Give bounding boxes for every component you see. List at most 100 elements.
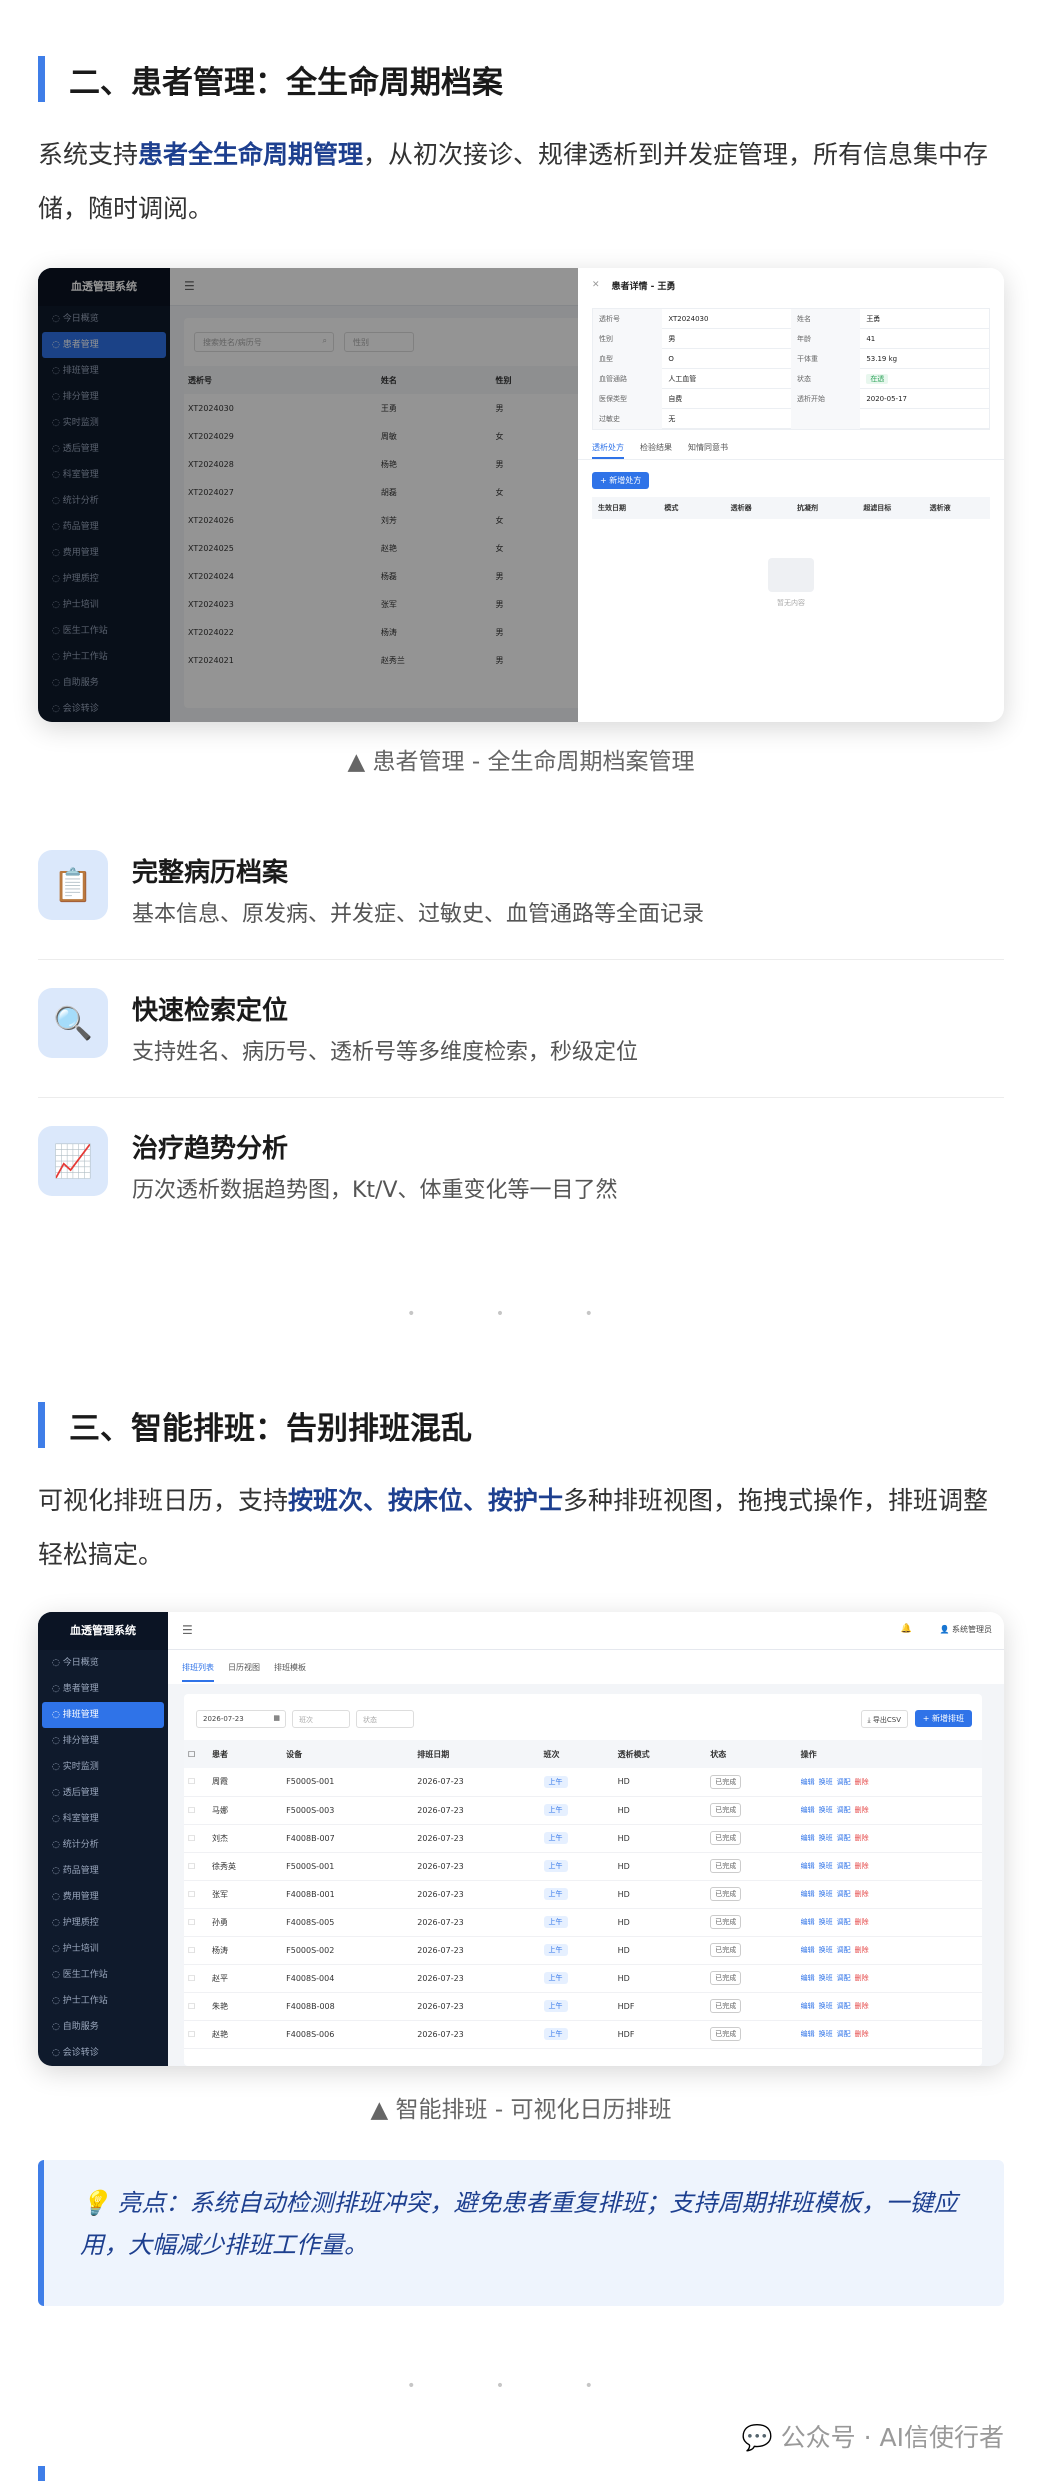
drawer-tab[interactable]: 透析处方 [592, 442, 624, 459]
swap-link[interactable]: 换班 [819, 1918, 833, 1926]
sidebar-item[interactable]: ◌ 医生工作站 [42, 1962, 164, 1988]
edit-link[interactable]: 编辑 [801, 2002, 815, 2010]
modal-overlay[interactable] [38, 268, 578, 722]
sidebar-item[interactable]: ◌ 科室管理 [42, 1806, 164, 1832]
sidebar-item[interactable]: ◌ 统计分析 [42, 1832, 164, 1858]
table-cell: F5000S-001 [286, 1777, 335, 1787]
table-row[interactable]: ☐ 赵艳 F4008S-006 2026-07-23 上午 HDF 已完成 编辑 换班 调配 删除 [184, 2020, 982, 2048]
edit-link[interactable]: 编辑 [801, 1834, 815, 1842]
assign-link[interactable]: 调配 [837, 1890, 851, 1898]
edit-link[interactable]: 编辑 [801, 1806, 815, 1814]
schedule-tab[interactable]: 排班模板 [274, 1662, 306, 1684]
sidebar-item[interactable]: ◌ 自助服务 [42, 2014, 164, 2040]
sidebar-item[interactable]: ◌ 药品管理 [42, 1858, 164, 1884]
delete-link[interactable]: 删除 [855, 1974, 869, 1982]
edit-link[interactable]: 编辑 [801, 1946, 815, 1954]
table-row[interactable]: ☐ 徐秀英 F5000S-001 2026-07-23 上午 HD 已完成 编辑 换班 调配 删除 [184, 1852, 982, 1880]
row-checkbox[interactable]: ☐ [184, 1964, 208, 1992]
sidebar-item[interactable]: ◌ 会诊转诊 [42, 2040, 164, 2066]
delete-link[interactable]: 删除 [855, 2002, 869, 2010]
table-cell: 已完成 [706, 1796, 796, 1824]
swap-link[interactable]: 换班 [819, 1834, 833, 1842]
row-checkbox[interactable]: ☐ [184, 1880, 208, 1908]
schedule-tab[interactable]: 日历视图 [228, 1662, 260, 1684]
schedule-tab[interactable]: 排班列表 [182, 1662, 214, 1682]
table-row[interactable]: ☐ 马娜 F5000S-003 2026-07-23 上午 HD 已完成 编辑 换班 调配 删除 [184, 1796, 982, 1824]
drawer-tab[interactable]: 知情同意书 [688, 442, 728, 459]
assign-link[interactable]: 调配 [837, 1862, 851, 1870]
row-checkbox[interactable]: ☐ [184, 1992, 208, 2020]
assign-link[interactable]: 调配 [837, 1834, 851, 1842]
table-row[interactable]: ☐ 孙勇 F4008S-005 2026-07-23 上午 HD 已完成 编辑 换班 调配 删除 [184, 1908, 982, 1936]
edit-link[interactable]: 编辑 [801, 1890, 815, 1898]
assign-link[interactable]: 调配 [837, 1918, 851, 1926]
sidebar-item[interactable]: ◌ 排分管理 [42, 1728, 164, 1754]
detail-value: 53.19 kg [866, 354, 898, 363]
swap-link[interactable]: 换班 [819, 1974, 833, 1982]
row-checkbox[interactable]: ☐ [184, 1908, 208, 1936]
sidebar-item[interactable]: ◌ 排班管理 [42, 1702, 164, 1728]
sidebar-item[interactable]: ◌ 今日概览 [42, 1650, 164, 1676]
table-row[interactable]: ☐ 杨涛 F5000S-002 2026-07-23 上午 HD 已完成 编辑 换班 调配 删除 [184, 1936, 982, 1964]
swap-link[interactable]: 换班 [819, 2002, 833, 2010]
edit-link[interactable]: 编辑 [801, 1918, 815, 1926]
edit-link[interactable]: 编辑 [801, 2030, 815, 2038]
sidebar-item[interactable]: ◌ 护士培训 [42, 1936, 164, 1962]
new-schedule-button[interactable]: + 新增排班 [914, 1710, 972, 1727]
row-checkbox[interactable]: ☐ [184, 1936, 208, 1964]
swap-link[interactable]: 换班 [819, 1806, 833, 1814]
delete-link[interactable]: 删除 [855, 2030, 869, 2038]
status-badge: 已完成 [710, 1971, 742, 1985]
row-checkbox[interactable]: ☐ [184, 1768, 208, 1796]
caption-scheduling: ▲ 智能排班 - 可视化日历排班 [370, 2097, 672, 2123]
table-cell: 2026-07-23 [417, 1861, 464, 1871]
select-all-checkbox[interactable]: ☐ [184, 1740, 208, 1768]
delete-link[interactable]: 删除 [855, 1890, 869, 1898]
swap-link[interactable]: 换班 [819, 2030, 833, 2038]
delete-link[interactable]: 删除 [855, 1806, 869, 1814]
assign-link[interactable]: 调配 [837, 2030, 851, 2038]
edit-link[interactable]: 编辑 [801, 1862, 815, 1870]
date-picker[interactable]: 2026-07-23 ▦ [196, 1710, 286, 1728]
sidebar-item[interactable]: ◌ 实时监测 [42, 1754, 164, 1780]
bell-icon[interactable]: 🔔 [901, 1624, 912, 1634]
assign-link[interactable]: 调配 [837, 1946, 851, 1954]
assign-link[interactable]: 调配 [837, 1806, 851, 1814]
swap-link[interactable]: 换班 [819, 1890, 833, 1898]
row-checkbox[interactable]: ☐ [184, 1796, 208, 1824]
row-checkbox[interactable]: ☐ [184, 1824, 208, 1852]
shift-select[interactable]: 班次 [292, 1710, 350, 1728]
close-icon[interactable]: ✕ [592, 280, 600, 290]
sidebar-item[interactable]: ◌ 费用管理 [42, 1884, 164, 1910]
row-checkbox[interactable]: ☐ [184, 2020, 208, 2048]
edit-link[interactable]: 编辑 [801, 1974, 815, 1982]
swap-link[interactable]: 换班 [819, 1862, 833, 1870]
assign-link[interactable]: 调配 [837, 2002, 851, 2010]
assign-link[interactable]: 调配 [837, 1974, 851, 1982]
user-menu[interactable]: 👤 系统管理员 [939, 1624, 992, 1635]
table-row[interactable]: ☐ 张军 F4008B-001 2026-07-23 上午 HD 已完成 编辑 换班 调配 删除 [184, 1880, 982, 1908]
swap-link[interactable]: 换班 [819, 1946, 833, 1954]
sidebar-item[interactable]: ◌ 透后管理 [42, 1780, 164, 1806]
export-csv-button[interactable]: ⤓ 导出CSV [860, 1710, 908, 1728]
delete-link[interactable]: 删除 [855, 1778, 869, 1786]
delete-link[interactable]: 删除 [855, 1946, 869, 1954]
menu-toggle-icon[interactable]: ☰ [182, 1623, 193, 1637]
status-select[interactable]: 状态 [356, 1710, 414, 1728]
sidebar-item[interactable]: ◌ 患者管理 [42, 1676, 164, 1702]
swap-link[interactable]: 换班 [819, 1778, 833, 1786]
delete-link[interactable]: 删除 [855, 1834, 869, 1842]
table-row[interactable]: ☐ 周霞 F5000S-001 2026-07-23 上午 HD 已完成 编辑 换班 调配 删除 [184, 1768, 982, 1796]
row-checkbox[interactable]: ☐ [184, 1852, 208, 1880]
edit-link[interactable]: 编辑 [801, 1778, 815, 1786]
assign-link[interactable]: 调配 [837, 1778, 851, 1786]
sidebar-item[interactable]: ◌ 护士工作站 [42, 1988, 164, 2014]
table-row[interactable]: ☐ 赵平 F4008S-004 2026-07-23 上午 HD 已完成 编辑 换班 调配 删除 [184, 1964, 982, 1992]
table-row[interactable]: ☐ 朱艳 F4008B-008 2026-07-23 上午 HDF 已完成 编辑 换班 调配 删除 [184, 1992, 982, 2020]
delete-link[interactable]: 删除 [855, 1918, 869, 1926]
drawer-tab[interactable]: 检验结果 [640, 442, 672, 459]
delete-link[interactable]: 删除 [855, 1862, 869, 1870]
add-prescription-button[interactable]: + 新增处方 [592, 472, 650, 489]
sidebar-item[interactable]: ◌ 护理质控 [42, 1910, 164, 1936]
table-row[interactable]: ☐ 刘杰 F4008B-007 2026-07-23 上午 HD 已完成 编辑 换班 调配 删除 [184, 1824, 982, 1852]
